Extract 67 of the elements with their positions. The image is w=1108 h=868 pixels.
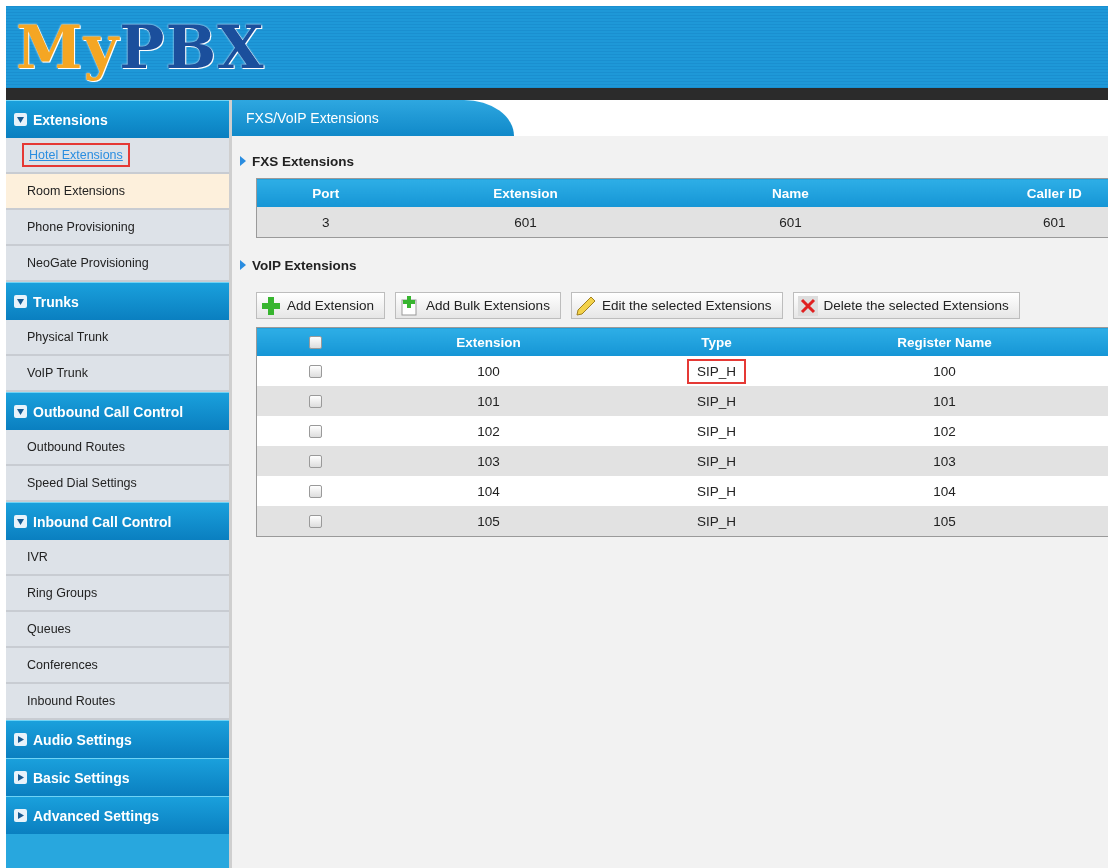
section-title: VoIP Extensions <box>252 257 357 273</box>
checkbox[interactable] <box>309 365 323 379</box>
table-cell: SIP_H <box>687 358 746 384</box>
sidebar-item[interactable]: IVR <box>6 540 229 576</box>
column-header: Type <box>602 327 831 356</box>
checkbox[interactable] <box>309 336 323 350</box>
toolbar-button[interactable]: Add Bulk Extensions <box>395 292 561 319</box>
delete-icon <box>797 295 818 316</box>
table-cell: 601 <box>394 207 657 238</box>
column-header: Caller ID <box>924 178 1108 207</box>
column-header: Extension <box>394 178 657 207</box>
plus-icon <box>261 295 281 316</box>
sidebar-item[interactable]: Inbound Routes <box>6 684 229 720</box>
table-cell: 104 <box>830 476 1059 506</box>
table-cell-text: SIP_H <box>696 422 737 441</box>
table-cell: 102 <box>830 416 1059 446</box>
sidebar-item[interactable]: Outbound Routes <box>6 430 229 466</box>
checkbox[interactable] <box>309 395 323 409</box>
sidebar-section-header[interactable]: Inbound Call Control <box>6 502 229 540</box>
sidebar-section-header[interactable]: Basic Settings <box>6 758 229 796</box>
toolbar-button[interactable]: Delete the selected Extensions <box>792 292 1020 319</box>
pencil-icon <box>575 295 596 316</box>
table-cell-text: SIP_H <box>696 512 737 531</box>
table-cell-text: SIP_H <box>696 452 737 471</box>
table-cell-text: SIP_H <box>696 392 737 411</box>
table-cell: 105 <box>374 506 603 537</box>
table-cell: 601 <box>656 207 925 238</box>
table-cell: 103 <box>374 446 603 476</box>
checkbox[interactable] <box>309 485 323 499</box>
table-cell: 103 <box>830 446 1059 476</box>
table-cell: 601 <box>924 207 1108 238</box>
sidebar-item[interactable]: Phone Provisioning <box>6 210 229 246</box>
sidebar-section-header[interactable]: Audio Settings <box>6 720 229 758</box>
table-cell: 101 <box>374 386 603 416</box>
sidebar-item[interactable]: VoIP Trunk <box>6 356 229 392</box>
sidebar-item[interactable]: Queues <box>6 612 229 648</box>
column-header: Name <box>656 178 925 207</box>
sidebar-item[interactable]: Ring Groups <box>6 576 229 612</box>
column-header: Port <box>256 178 395 207</box>
table-cell-text: SIP_H <box>696 482 737 501</box>
table-cell: 3 <box>256 207 395 238</box>
table-cell: 101 <box>830 386 1059 416</box>
checkbox[interactable] <box>309 455 323 469</box>
sidebar-item[interactable]: Room Extensions <box>6 174 229 210</box>
checkbox[interactable] <box>309 515 323 529</box>
table-cell: 100 <box>830 356 1059 386</box>
toolbar-button[interactable]: Edit the selected Extensions <box>570 292 783 319</box>
table-cell: 105 <box>830 506 1059 537</box>
toolbar-button[interactable]: Add Extension <box>256 292 386 319</box>
checkbox[interactable] <box>309 425 323 439</box>
column-header: Register Name <box>830 327 1059 356</box>
sidebar-section-header[interactable]: Advanced Settings <box>6 796 229 834</box>
table-cell: 100 <box>374 356 603 386</box>
sidebar-item[interactable]: Conferences <box>6 648 229 684</box>
sidebar-item[interactable]: NeoGate Provisioning <box>6 246 229 282</box>
sidebar-section-header[interactable]: Trunks <box>6 282 229 320</box>
sidebar-item[interactable]: Physical Trunk <box>6 320 229 356</box>
column-header: Extension <box>374 327 603 356</box>
sidebar-section-header[interactable]: Outbound Call Control <box>6 392 229 430</box>
section-title: FXS Extensions <box>252 153 355 169</box>
sidebar-section-header[interactable]: Extensions <box>6 100 229 138</box>
triangle-icon <box>240 156 246 166</box>
table-cell: 102 <box>374 416 603 446</box>
page-title: FXS/VoIP Extensions <box>232 100 514 136</box>
triangle-icon <box>240 260 246 270</box>
table-cell: 104 <box>374 476 603 506</box>
sidebar-item[interactable]: Speed Dial Settings <box>6 466 229 502</box>
